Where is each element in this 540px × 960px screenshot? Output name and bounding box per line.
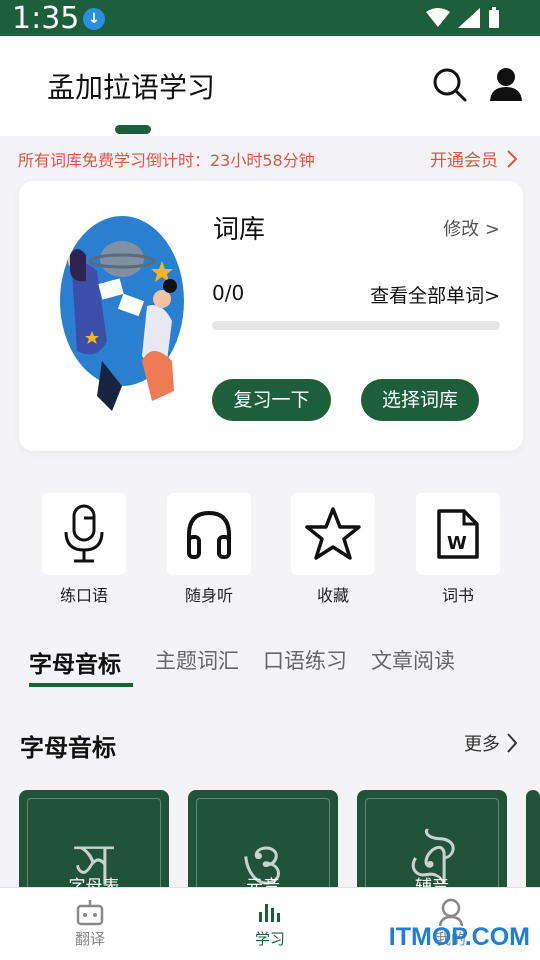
- star-icon: [305, 507, 361, 560]
- document-icon: W: [437, 509, 479, 559]
- wifi-icon: [426, 8, 450, 27]
- feature-listening[interactable]: 随身听: [166, 493, 252, 606]
- tile-partial[interactable]: [526, 790, 540, 900]
- bars-icon: [259, 904, 280, 922]
- feature-wordbook[interactable]: W 词书: [415, 493, 501, 606]
- battery-icon: [489, 7, 499, 28]
- study-illustration: [60, 216, 184, 411]
- microphone-icon: [64, 504, 104, 563]
- chevron-right-icon: [507, 150, 518, 168]
- download-icon: ↓: [83, 8, 105, 30]
- title-indicator: [115, 125, 151, 134]
- status-bar: 1:35 ↓: [0, 0, 540, 36]
- status-time: 1:35: [12, 1, 80, 36]
- feature-label: 练口语: [59, 586, 108, 605]
- feature-listening-tile[interactable]: [167, 493, 251, 575]
- tab-alphabet[interactable]: 字母音标: [29, 645, 121, 679]
- promo-bar: 所有词库免费学习倒计时：23小时58分钟 开通会员: [0, 136, 540, 178]
- edit-link[interactable]: 修改 >: [443, 215, 500, 241]
- feature-speaking-tile[interactable]: [42, 493, 126, 575]
- select-vocab-button[interactable]: 选择词库: [361, 379, 479, 421]
- person-icon: [438, 898, 464, 926]
- page-title: 孟加拉语学习: [47, 71, 216, 104]
- vocab-card: 词库 修改 > 0/0 查看全部单词> 复习一下 选择词库: [19, 181, 523, 451]
- feature-label: 随身听: [184, 586, 233, 605]
- review-button[interactable]: 复习一下: [212, 379, 331, 421]
- feature-wordbook-tile[interactable]: W: [416, 493, 500, 575]
- headphones-icon: [187, 510, 231, 559]
- chevron-right-icon[interactable]: [506, 733, 518, 753]
- robot-icon: [76, 900, 104, 926]
- view-all-words-link[interactable]: 查看全部单词>: [370, 281, 500, 308]
- feature-favorites[interactable]: 收藏: [290, 493, 376, 606]
- tab-indicator: [29, 683, 133, 687]
- status-icons: [426, 7, 500, 29]
- section-title: 字母音标: [20, 734, 116, 762]
- nav-label: 翻译: [74, 930, 105, 948]
- tile-vowels[interactable]: ও 元音: [188, 790, 338, 900]
- tab-topic-vocab[interactable]: 主题词汇: [155, 645, 239, 675]
- feature-label: 词书: [441, 586, 474, 605]
- tile-consonants[interactable]: ঐ 辅音: [357, 790, 507, 900]
- study-progress-bar: [212, 321, 500, 330]
- tile-alphabet[interactable]: স 字母表: [19, 790, 169, 900]
- nav-label: 学习: [254, 930, 285, 948]
- user-icon[interactable]: [488, 66, 524, 102]
- nav-study[interactable]: 学习: [230, 898, 310, 949]
- tab-reading[interactable]: 文章阅读: [371, 645, 455, 675]
- word-count: 0/0: [212, 281, 245, 305]
- feature-speaking[interactable]: 练口语: [41, 493, 127, 606]
- feature-favorites-tile[interactable]: [291, 493, 375, 575]
- tab-speaking[interactable]: 口语练习: [263, 645, 347, 675]
- card-title: 词库: [213, 215, 266, 245]
- watermark-text: ITMOP.COM: [388, 923, 530, 951]
- vip-link[interactable]: 开通会员: [430, 146, 498, 171]
- signal-icon: [458, 8, 480, 28]
- search-icon[interactable]: [431, 66, 467, 102]
- svg-text:W: W: [447, 533, 467, 554]
- nav-translate[interactable]: 翻译: [50, 898, 130, 949]
- app-header: 孟加拉语学习: [0, 36, 540, 136]
- promo-countdown: 所有词库免费学习倒计时：23小时58分钟: [18, 151, 315, 170]
- more-link[interactable]: 更多: [464, 730, 500, 756]
- feature-label: 收藏: [316, 586, 349, 605]
